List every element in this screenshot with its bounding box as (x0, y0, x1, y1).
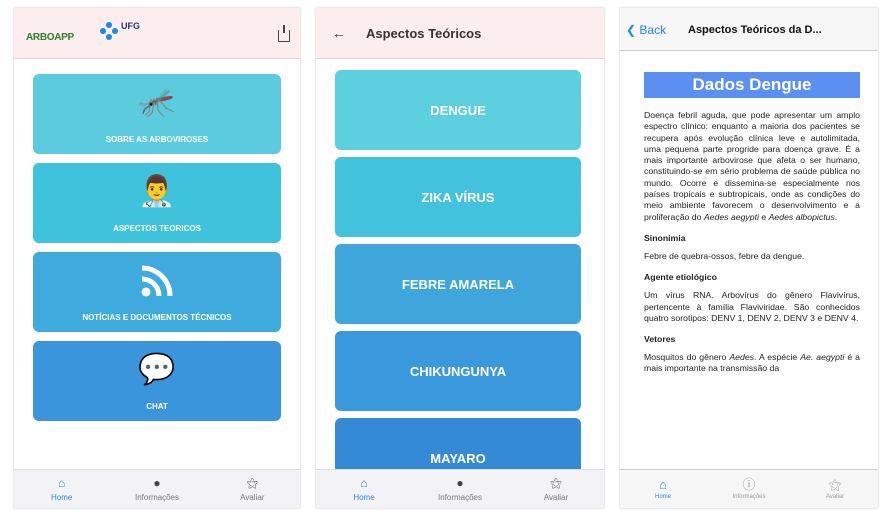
nav-label: Avaliar (240, 492, 265, 502)
home-icon: ⌂ (360, 475, 368, 490)
disease-button-chikungunya[interactable]: CHIKUNGUNYA (335, 331, 581, 411)
back-button[interactable]: ❮ Back (626, 23, 666, 37)
tile-label: ASPECTOS TEORICOS (113, 224, 201, 233)
bottom-nav: ⌂ Home ● Informações ⚝ Avaliar (14, 469, 300, 508)
button-label: FEBRE AMARELA (401, 276, 515, 292)
back-arrow-icon[interactable]: ← (332, 25, 346, 41)
doctor-icon: 👨‍⚕️ (138, 175, 176, 208)
info-icon: ● (153, 475, 161, 490)
section-heading-sinonimia: Sinonimia (644, 232, 686, 243)
nav-label: Avaliar (543, 492, 569, 502)
nav-avaliar[interactable]: ⚝ Avaliar (508, 470, 604, 508)
bottom-nav: ⌂ Home ⓘ Informações ⚝ Avaliar (620, 469, 878, 508)
tile-chat[interactable]: 💬 CHAT (33, 341, 281, 421)
nav-informacoes[interactable]: ⓘ Informações (706, 470, 792, 508)
chat-icon: 💬 (138, 353, 176, 386)
button-label: DENGUE (430, 102, 486, 118)
home-screen: ARBOAPP UFG 🦟 SOBRE AS ARBOVIROSES 👨‍⚕️ … (14, 8, 300, 508)
disease-button-dengue[interactable]: DENGUE (335, 70, 581, 150)
tile-label: NOTÍCIAS E DOCUMENTOS TÉCNICOS (82, 313, 232, 322)
tile-sobre-arboviroses[interactable]: 🦟 SOBRE AS ARBOVIROSES (33, 74, 281, 154)
rate-icon: ⚝ (246, 475, 259, 490)
sinonimia-text: Febre de quebra-ossos, febre da dengue. (644, 250, 805, 261)
disease-button-zika[interactable]: ZIKA VÍRUS (335, 157, 581, 237)
nav-label: Home (353, 492, 375, 502)
nav-label: Avaliar (825, 494, 845, 500)
app-header: ARBOAPP UFG (14, 8, 300, 59)
nav-home[interactable]: ⌂ Home (316, 470, 412, 508)
nav-home[interactable]: ⌂ Home (14, 470, 109, 508)
ufg-logo: UFG (100, 22, 140, 40)
vetores-text: Mosquitos do gênero Aedes. A espécie Ae.… (644, 352, 861, 374)
nav-home[interactable]: ⌂ Home (620, 470, 706, 508)
nav-avaliar[interactable]: ⚝ Avaliar (792, 470, 878, 508)
info-icon: ⓘ (742, 477, 756, 492)
agente-text: Um vírus RNA. Arbovírus do gênero Flaviv… (644, 290, 860, 323)
content-scroll[interactable]: Dados Dengue Doença febril aguda, que po… (634, 58, 868, 470)
nav-informacoes[interactable]: ● Informações (412, 470, 508, 508)
intro-paragraph: Doença febril aguda, que pode apresentar… (644, 110, 860, 222)
nav-avaliar[interactable]: ⚝ Avaliar (205, 470, 300, 508)
rss-icon (33, 264, 281, 307)
aspectos-screen: ← Aspectos Teóricos DENGUE ZIKA VÍRUS FE… (316, 8, 604, 508)
nav-label: Informações (437, 492, 483, 502)
tile-noticias-documentos[interactable]: NOTÍCIAS E DOCUMENTOS TÉCNICOS (33, 252, 281, 332)
section-heading-vetores: Vetores (644, 334, 676, 345)
info-icon: ● (456, 475, 464, 490)
page-title: Aspectos Teóricos da D... (688, 24, 822, 36)
page-title: Aspectos Teóricos (366, 26, 482, 41)
arboapp-logo: ARBOAPP (26, 32, 74, 43)
share-icon[interactable] (278, 25, 290, 42)
mosquito-icon: 🦟 (138, 86, 176, 119)
disease-button-febre-amarela[interactable]: FEBRE AMARELA (335, 244, 581, 324)
nav-label: Informações (134, 492, 179, 502)
button-label: ZIKA VÍRUS (421, 189, 495, 205)
navigation-bar: ❮ Back Aspectos Teóricos da D... (620, 8, 878, 51)
tile-label: CHAT (146, 402, 168, 411)
ufg-logo-icon (100, 22, 118, 40)
nav-label: Informações (732, 494, 766, 500)
tile-label: SOBRE AS ARBOVIROSES (105, 135, 209, 144)
content-banner: Dados Dengue (644, 72, 860, 98)
button-label: CHIKUNGUNYA (409, 363, 507, 379)
app-header: ← Aspectos Teóricos (316, 8, 604, 59)
rate-icon: ⚝ (828, 477, 842, 492)
tile-aspectos-teoricos[interactable]: 👨‍⚕️ ASPECTOS TEORICOS (33, 163, 281, 243)
nav-label: Home (654, 494, 671, 500)
ufg-logo-text: UFG (121, 21, 140, 31)
rate-icon: ⚝ (550, 475, 562, 490)
home-icon: ⌂ (58, 475, 66, 490)
nav-label: Home (50, 492, 73, 502)
section-heading-agente: Agente etiológico (644, 272, 717, 283)
back-label: Back (639, 23, 667, 37)
dengue-detail-screen: ❮ Back Aspectos Teóricos da D... Dados D… (620, 8, 878, 508)
nav-informacoes[interactable]: ● Informações (109, 470, 204, 508)
bottom-nav: ⌂ Home ● Informações ⚝ Avaliar (316, 469, 604, 508)
home-icon: ⌂ (659, 477, 667, 492)
button-label: MAYARO (430, 450, 486, 466)
